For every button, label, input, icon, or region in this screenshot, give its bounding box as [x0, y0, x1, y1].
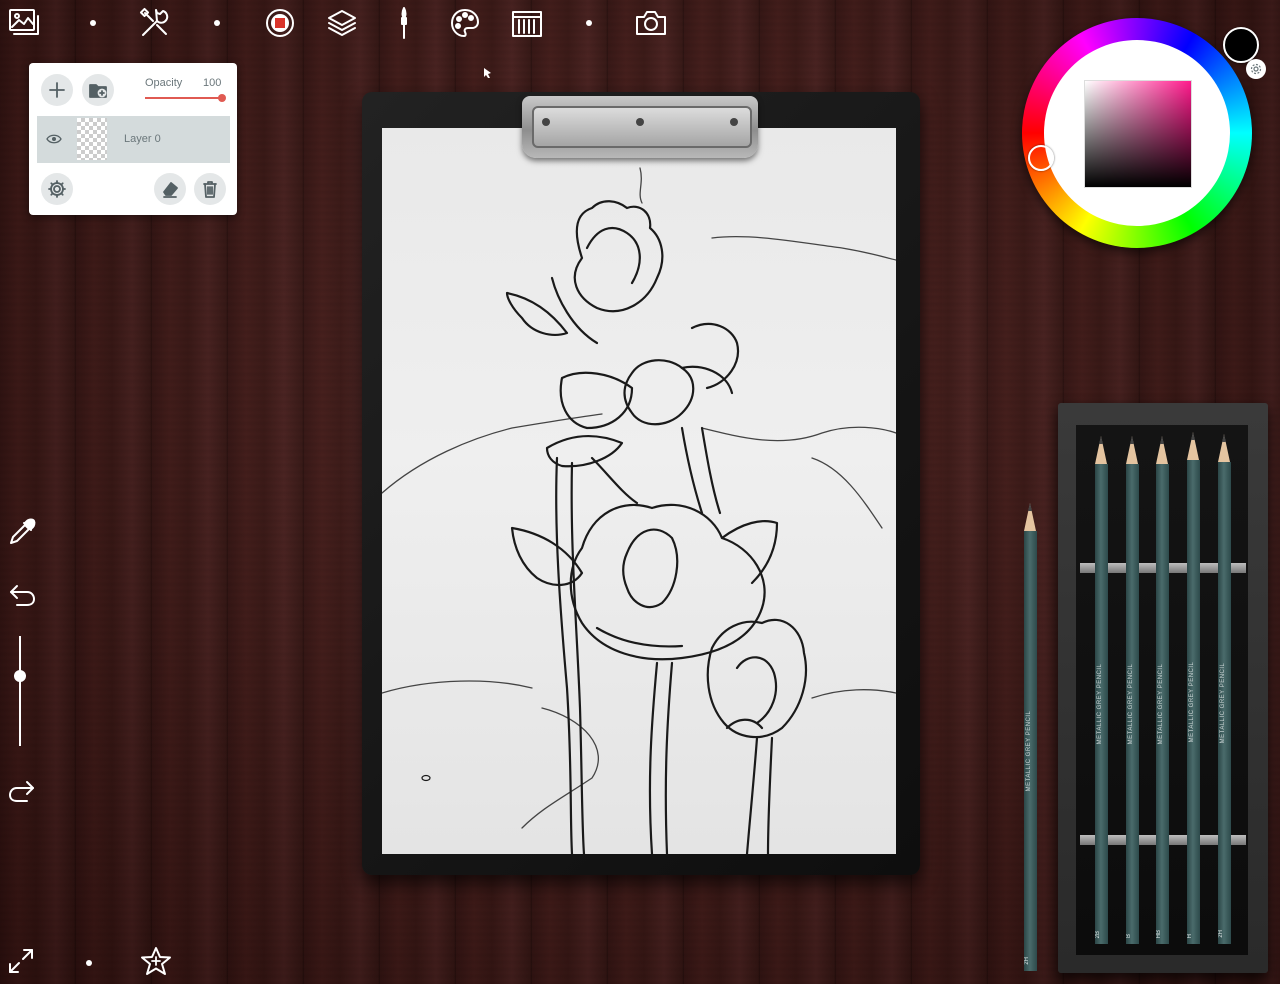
camera-icon[interactable] [634, 6, 668, 40]
brush-size-track[interactable] [19, 636, 21, 746]
folder-add-icon [89, 84, 107, 98]
add-layer-button[interactable] [41, 74, 73, 106]
cursor-icon [483, 66, 493, 84]
layer-thumbnail [77, 118, 107, 160]
toolbar-separator [214, 20, 220, 26]
trash-icon [203, 181, 217, 198]
delete-layer-button[interactable] [194, 173, 226, 205]
color-settings-button[interactable] [1246, 59, 1266, 79]
clipboard-clip [522, 96, 758, 158]
opacity-slider-thumb[interactable] [218, 94, 226, 102]
drawing-canvas[interactable] [381, 128, 897, 856]
opacity-slider-track[interactable] [145, 97, 223, 99]
canvas-clipboard [362, 92, 920, 875]
layer-name: Layer 0 [124, 133, 161, 145]
eyedropper-icon[interactable] [6, 516, 38, 548]
eye-icon[interactable] [46, 132, 62, 150]
toolbar-separator [90, 20, 96, 26]
layers-panel: Opacity 100 Layer 0 [29, 63, 237, 215]
plus-icon [49, 82, 65, 98]
current-color-swatch[interactable] [1223, 27, 1259, 63]
palette-icon[interactable] [448, 6, 482, 40]
eraser-icon [163, 182, 178, 198]
brush-library-icon[interactable] [510, 6, 544, 40]
expand-icon[interactable] [4, 944, 38, 978]
brush-stroke-icon[interactable] [263, 6, 297, 40]
star-icon[interactable] [139, 944, 173, 978]
undo-icon[interactable] [6, 578, 38, 610]
clear-layer-button[interactable] [154, 173, 186, 205]
layers-icon[interactable] [325, 6, 359, 40]
pencil-hb[interactable]: METALLIC GREY PENCIL HB [1156, 436, 1169, 944]
pencil-h[interactable]: METALLIC GREY PENCIL H [1187, 432, 1200, 944]
opacity-label: Opacity [145, 77, 183, 89]
tools-icon[interactable] [138, 6, 172, 40]
saturation-value-picker[interactable] [1084, 80, 1192, 188]
opacity-value: 100 [203, 77, 222, 89]
redo-icon[interactable] [6, 774, 38, 806]
lotus-sketch [381, 167, 897, 856]
gear-icon [1250, 63, 1262, 75]
pencil-b[interactable]: METALLIC GREY PENCIL B [1126, 436, 1139, 944]
toolbar-separator [586, 20, 592, 26]
gallery-icon[interactable] [8, 6, 42, 40]
add-group-button[interactable] [82, 74, 114, 106]
toolbar-separator [86, 960, 92, 966]
brush-icon[interactable] [387, 6, 421, 40]
pencil-2h[interactable]: METALLIC GREY PENCIL 2H [1218, 434, 1231, 944]
pencil-2h-loose[interactable]: METALLIC GREY PENCIL 2H [1024, 503, 1037, 971]
layer-settings-button[interactable] [41, 173, 73, 205]
brush-size-thumb[interactable] [14, 670, 26, 682]
gear-icon [48, 180, 66, 198]
layer-item[interactable]: Layer 0 [37, 116, 230, 163]
pencil-2b[interactable]: METALLIC GREY PENCIL 2B [1095, 436, 1108, 944]
hue-marker[interactable] [1028, 145, 1054, 171]
